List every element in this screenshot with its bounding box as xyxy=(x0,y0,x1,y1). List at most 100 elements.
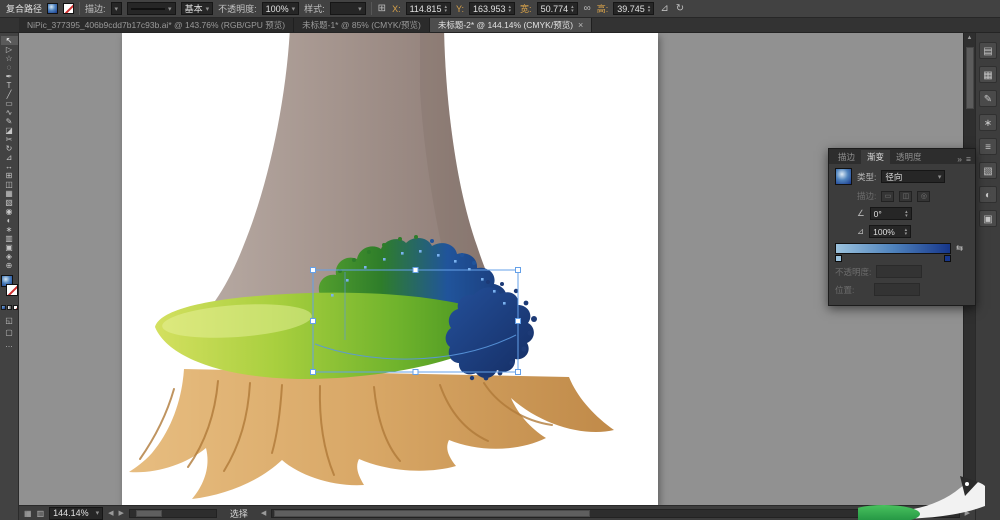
gradient-stroke-label: 描边: xyxy=(857,190,876,202)
tool-eyedropper[interactable]: ◉ xyxy=(1,207,18,216)
horizontal-scrollbar[interactable] xyxy=(271,509,959,518)
next-artboard-icon[interactable]: ▶ xyxy=(119,509,124,517)
panel-tab-透明度[interactable]: 透明度 xyxy=(890,150,928,164)
brushes-panel-icon[interactable]: ✎ xyxy=(979,90,997,107)
gradient-stop-end[interactable] xyxy=(944,255,951,262)
screen-mode-icon[interactable]: ▢ xyxy=(5,328,13,337)
tool-line-segment[interactable]: ╱ xyxy=(1,90,18,99)
tool-selection[interactable]: ↖ xyxy=(1,36,18,45)
tool-eraser[interactable]: ◪ xyxy=(1,126,18,135)
fill-stroke-indicator[interactable] xyxy=(0,275,19,301)
color-button[interactable] xyxy=(1,305,6,310)
panel-tab-渐变[interactable]: 渐变 xyxy=(861,150,890,164)
transparency-panel-icon[interactable]: ◐ xyxy=(979,186,997,203)
tool-symbol-sprayer[interactable]: ∗ xyxy=(1,225,18,234)
tool-gradient[interactable]: ▧ xyxy=(1,198,18,207)
artboard-nav-icon[interactable]: ▦ xyxy=(24,509,32,518)
fill-swatch[interactable] xyxy=(47,3,58,14)
x-input[interactable]: 114.815▴▾ xyxy=(406,2,451,15)
tab-close-icon[interactable]: × xyxy=(578,19,583,32)
stroke-gradient-across-icon[interactable]: ◎ xyxy=(917,191,930,202)
separator xyxy=(79,2,80,15)
artboard-scrubber-thumb[interactable] xyxy=(136,510,162,517)
collapse-panel-icon[interactable]: » xyxy=(957,154,962,164)
y-input[interactable]: 163.953▴▾ xyxy=(469,2,515,15)
tool-magic-wand[interactable]: ☆ xyxy=(1,54,18,63)
document-tab[interactable]: 未标题-2* @ 144.14% (CMYK/预览)× xyxy=(430,18,592,32)
gradient-slider[interactable] xyxy=(835,243,951,254)
none-button[interactable] xyxy=(13,305,18,310)
artboard-list-icon[interactable]: ▥ xyxy=(37,509,45,518)
status-bar: ▦ ▥ 144.14%▾ ◀ ▶ 选择 ◀ ▶ xyxy=(19,505,975,520)
vertical-scroll-thumb[interactable] xyxy=(966,47,974,109)
draw-mode-icon[interactable]: ◱ xyxy=(5,316,13,325)
gradient-panel-icon-icon[interactable]: ▧ xyxy=(979,162,997,179)
tool-column-graph[interactable]: ▥ xyxy=(1,234,18,243)
tool-scale[interactable]: ⊿ xyxy=(1,153,18,162)
style-select[interactable]: ▾ xyxy=(330,2,366,15)
rotate-icon[interactable]: ↻ xyxy=(675,3,685,14)
appearance-select[interactable]: 基本▾ xyxy=(181,2,214,15)
tool-paintbrush[interactable]: ∿ xyxy=(1,108,18,117)
tool-width[interactable]: ↔ xyxy=(1,162,18,171)
stroke-gradient-along-icon[interactable]: ◫ xyxy=(899,191,912,202)
opacity-select[interactable]: 100%▾ xyxy=(262,2,300,15)
align-icon[interactable]: ⊞ xyxy=(377,3,387,14)
stroke-weight-select[interactable]: ▾ xyxy=(111,2,123,15)
tool-scissors[interactable]: ✂ xyxy=(1,135,18,144)
artboard-scrubber[interactable] xyxy=(129,509,217,518)
gradient-button[interactable] xyxy=(7,305,12,310)
tool-pencil[interactable]: ✎ xyxy=(1,117,18,126)
stop-opacity-label: 不透明度: xyxy=(835,266,871,278)
stroke-color-proxy[interactable] xyxy=(6,284,18,296)
gradient-aspect-input[interactable]: 100%▴▾ xyxy=(869,225,911,238)
symbols-panel-icon[interactable]: ∗ xyxy=(979,114,997,131)
constrain-proportions-icon[interactable]: ∞ xyxy=(583,3,592,14)
tool-blend[interactable]: ◐ xyxy=(1,216,18,225)
gradient-stop-start[interactable] xyxy=(835,255,842,262)
artboard-canvas[interactable] xyxy=(122,33,658,505)
reverse-gradient-icon[interactable]: ⇆ xyxy=(956,243,963,254)
tool-zoom[interactable]: ⊕ xyxy=(1,261,18,270)
edit-toolbar-icon[interactable]: … xyxy=(5,340,13,349)
scroll-up-icon[interactable]: ▲ xyxy=(967,33,973,43)
document-tab-label: NiPic_377395_406b9cdd7b17c93b.ai* @ 143.… xyxy=(27,19,285,32)
swatches-panel-icon[interactable]: ▦ xyxy=(979,66,997,83)
stroke-style-select[interactable]: ▾ xyxy=(127,2,176,15)
horizontal-scroll-thumb[interactable] xyxy=(274,510,590,517)
stroke-gradient-within-icon[interactable]: ▭ xyxy=(881,191,894,202)
document-tab[interactable]: NiPic_377395_406b9cdd7b17c93b.ai* @ 143.… xyxy=(19,18,294,32)
document-tab-label: 未标题-1* @ 85% (CMYK/预览) xyxy=(302,19,421,32)
hscroll-left-icon[interactable]: ◀ xyxy=(261,509,266,517)
panel-menu-icon[interactable]: ≡ xyxy=(966,154,971,164)
tool-lasso[interactable]: ◌ xyxy=(1,63,18,72)
gradient-swatch[interactable] xyxy=(835,168,852,185)
tool-rotate[interactable]: ↻ xyxy=(1,144,18,153)
tool-rectangle[interactable]: ▭ xyxy=(1,99,18,108)
stroke-label: 描边: xyxy=(85,2,106,15)
tool-shape-builder[interactable]: ◫ xyxy=(1,180,18,189)
tool-free-transform[interactable]: ⊞ xyxy=(1,171,18,180)
tool-hand[interactable]: ◈ xyxy=(1,252,18,261)
canvas-area[interactable] xyxy=(19,33,963,505)
shear-icon[interactable]: ⊿ xyxy=(659,3,669,14)
tool-mesh[interactable]: ▦ xyxy=(1,189,18,198)
prev-artboard-icon[interactable]: ◀ xyxy=(108,509,113,517)
stroke-swatch[interactable] xyxy=(63,3,74,14)
stroke-panel-icon[interactable]: ≡ xyxy=(979,138,997,155)
width-input[interactable]: 50.774▴▾ xyxy=(537,2,578,15)
tool-pen[interactable]: ✒ xyxy=(1,72,18,81)
zoom-select[interactable]: 144.14%▾ xyxy=(49,507,103,520)
tool-direct-selection[interactable]: ▷ xyxy=(1,45,18,54)
color-panel-icon[interactable]: ▤ xyxy=(979,42,997,59)
tool-type[interactable]: T xyxy=(1,81,18,90)
height-input[interactable]: 39.745▴▾ xyxy=(613,2,654,15)
panel-tab-描边[interactable]: 描边 xyxy=(832,150,861,164)
gradient-type-select[interactable]: 径向▾ xyxy=(881,170,945,183)
x-label: X: xyxy=(392,4,401,14)
tool-artboard[interactable]: ▣ xyxy=(1,243,18,252)
layers-panel-icon[interactable]: ▣ xyxy=(979,210,997,227)
artboard[interactable] xyxy=(122,33,658,505)
document-tab[interactable]: 未标题-1* @ 85% (CMYK/预览) xyxy=(294,18,430,32)
gradient-angle-input[interactable]: 0°▴▾ xyxy=(870,207,912,220)
